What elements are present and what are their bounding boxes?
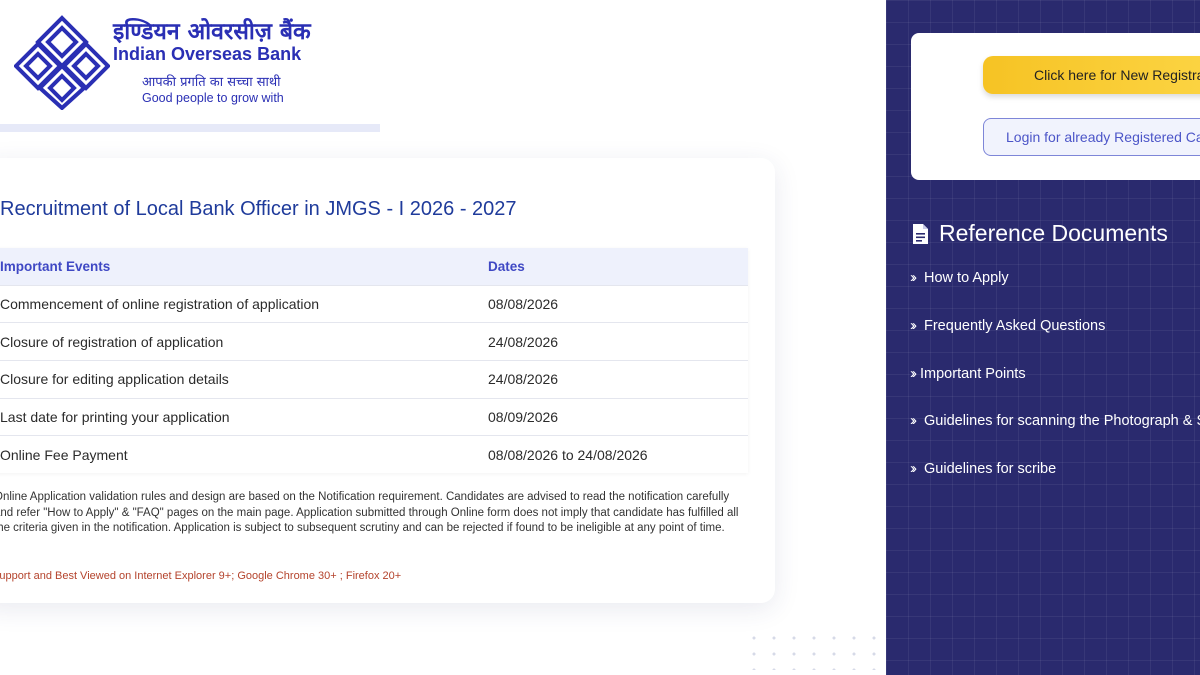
- event-date: 08/09/2026: [488, 397, 748, 436]
- iob-logo-icon: [14, 15, 110, 110]
- event-name: Last date for printing your application: [0, 397, 488, 436]
- ref-link-label: Guidelines for scanning the Photograph &…: [924, 412, 1200, 429]
- double-chevron-right-icon: ››: [910, 269, 917, 286]
- column-header-events: Important Events: [0, 248, 488, 285]
- sidebar-panel: Click here for New Registration Login fo…: [886, 0, 1200, 675]
- bank-name-hindi: इण्डियन ओवरसीज़ बैंक: [113, 19, 311, 45]
- ref-link-important-points[interactable]: ›› Important Points: [910, 365, 1026, 382]
- ref-link-label: Frequently Asked Questions: [924, 317, 1106, 334]
- event-name: Closure for editing application details: [0, 359, 488, 399]
- table-header-row: Important Events Dates: [0, 248, 748, 285]
- table-row: Online Fee Payment 08/08/2026 to 24/08/2…: [0, 435, 748, 474]
- event-name: Commencement of online registration of a…: [0, 284, 488, 323]
- double-chevron-right-icon: ››: [910, 412, 917, 429]
- ref-link-how-to-apply[interactable]: ›› How to Apply: [910, 269, 1009, 286]
- reference-documents-heading: Reference Documents: [912, 220, 1168, 247]
- ref-link-scanning-guidelines[interactable]: ›› Guidelines for scanning the Photograp…: [910, 412, 1200, 429]
- ref-link-label: Guidelines for scribe: [924, 460, 1057, 477]
- ref-link-label: Important Points: [920, 365, 1026, 382]
- important-events-table: Important Events Dates Commencement of o…: [0, 248, 748, 474]
- page-title: Recruitment of Local Bank Officer in JMG…: [0, 198, 517, 220]
- table-row: Closure of registration of application 2…: [0, 322, 748, 361]
- ref-link-faq[interactable]: ›› Frequently Asked Questions: [910, 317, 1105, 334]
- event-date: 08/08/2026: [488, 284, 748, 323]
- new-registration-button[interactable]: Click here for New Registration: [983, 56, 1200, 94]
- event-date: 08/08/2026 to 24/08/2026: [488, 435, 748, 474]
- event-name: Online Fee Payment: [0, 435, 488, 474]
- bank-logo-header: इण्डियन ओवरसीज़ बैंक Indian Overseas Ban…: [0, 0, 380, 132]
- table-row: Closure for editing application details …: [0, 359, 748, 399]
- event-date: 24/08/2026: [488, 359, 748, 399]
- document-icon: [913, 223, 928, 244]
- column-header-dates: Dates: [488, 248, 748, 285]
- double-chevron-right-icon: ››: [910, 317, 917, 334]
- application-notice: Online Application validation rules and …: [0, 491, 739, 534]
- decorative-dot-pattern: [744, 630, 884, 670]
- login-registered-button[interactable]: Login for already Registered Candidates: [983, 118, 1200, 156]
- ref-link-scribe-guidelines[interactable]: ›› Guidelines for scribe: [910, 460, 1056, 477]
- table-row: Last date for printing your application …: [0, 397, 748, 436]
- reference-documents-title: Reference Documents: [939, 220, 1168, 246]
- tagline-english: Good people to grow with: [142, 91, 284, 105]
- double-chevron-right-icon: ››: [910, 460, 917, 477]
- double-chevron-right-icon: ››: [910, 365, 917, 382]
- table-row: Commencement of online registration of a…: [0, 284, 748, 323]
- tagline-hindi: आपकी प्रगति का सच्चा साथी: [142, 75, 281, 90]
- logo-underline-bar: [0, 124, 380, 132]
- event-date: 24/08/2026: [488, 322, 748, 361]
- ref-link-label: How to Apply: [924, 269, 1009, 286]
- registration-box: Click here for New Registration Login fo…: [911, 33, 1200, 180]
- bank-name-english: Indian Overseas Bank: [113, 44, 302, 64]
- browser-support-notice: Support and Best Viewed on Internet Expl…: [0, 570, 402, 582]
- event-name: Closure of registration of application: [0, 322, 488, 361]
